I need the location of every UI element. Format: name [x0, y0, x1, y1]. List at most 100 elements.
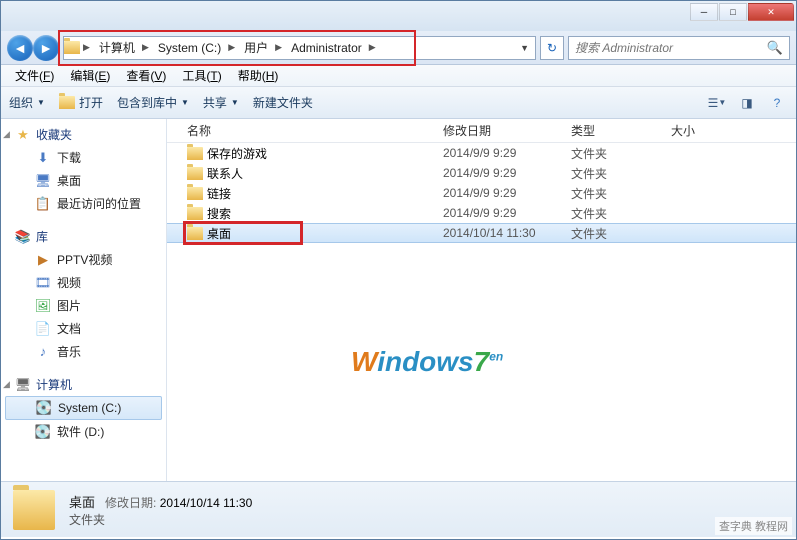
details-pane: 桌面 修改日期: 2014/10/14 11:30 文件夹: [1, 481, 796, 537]
sidebar-computer[interactable]: ◢🖥计算机: [1, 373, 166, 396]
sidebar-item-videos[interactable]: 🎞视频: [1, 271, 166, 294]
file-name: 链接: [207, 185, 231, 202]
sidebar-item-recent[interactable]: 📋最近访问的位置: [1, 192, 166, 215]
column-size[interactable]: 大小: [671, 122, 796, 139]
file-name: 搜索: [207, 205, 231, 222]
breadcrumb-item[interactable]: Administrator: [285, 37, 366, 59]
details-title: 桌面: [69, 495, 95, 510]
open-button[interactable]: 打开: [59, 94, 103, 111]
sidebar-item-drive-c[interactable]: 💽System (C:): [5, 396, 162, 420]
folder-icon: [13, 490, 55, 530]
chevron-right-icon[interactable]: ▶: [272, 42, 285, 53]
collapse-icon[interactable]: ◢: [3, 379, 10, 390]
close-button[interactable]: ✕: [748, 3, 794, 21]
organize-menu[interactable]: 组织 ▼: [9, 94, 45, 111]
view-options-button[interactable]: ☰ ▼: [706, 94, 728, 112]
sidebar-item-downloads[interactable]: ⬇下载: [1, 146, 166, 169]
address-dropdown[interactable]: ▼: [514, 43, 535, 53]
menu-h[interactable]: 帮助(H): [232, 65, 285, 86]
menu-v[interactable]: 查看(V): [120, 65, 172, 86]
drive-icon: 💽: [36, 400, 52, 416]
search-box[interactable]: 🔍: [568, 36, 790, 60]
file-row[interactable]: 链接2014/9/9 9:29文件夹: [167, 183, 796, 203]
title-bar: ─ □ ✕: [1, 1, 796, 31]
menu-f[interactable]: 文件(F): [9, 65, 60, 86]
file-date: 2014/9/9 9:29: [443, 166, 571, 180]
chevron-down-icon: ▼: [37, 98, 45, 107]
sidebar-item-desktop[interactable]: 🖥桌面: [1, 169, 166, 192]
file-date: 2014/9/9 9:29: [443, 206, 571, 220]
desktop-icon: 🖥: [35, 173, 51, 189]
navigation-pane: ◢★收藏夹 ⬇下载 🖥桌面 📋最近访问的位置 📚库 ▶PPTV视频 🎞视频 🖼图…: [1, 119, 167, 481]
search-input[interactable]: [575, 41, 767, 55]
file-name: 桌面: [207, 225, 231, 242]
chevron-down-icon: ▼: [181, 98, 189, 107]
sidebar-item-pictures[interactable]: 🖼图片: [1, 294, 166, 317]
back-button[interactable]: ◄: [7, 35, 33, 61]
star-icon: ★: [15, 127, 31, 143]
sidebar-item-documents[interactable]: 📄文档: [1, 317, 166, 340]
file-row[interactable]: 桌面 2014/10/14 11:30文件夹: [167, 223, 796, 243]
breadcrumb-item[interactable]: 计算机: [93, 37, 139, 59]
navigation-bar: ◄ ► ▶ 计算机 ▶ System (C:) ▶ 用户 ▶ Administr…: [1, 31, 796, 65]
file-name: 联系人: [207, 165, 243, 182]
computer-icon: 🖥: [15, 377, 31, 393]
video-icon: 🎞: [35, 275, 51, 291]
menu-t[interactable]: 工具(T): [176, 65, 227, 86]
file-type: 文件夹: [571, 145, 671, 162]
file-row[interactable]: 保存的游戏2014/9/9 9:29文件夹: [167, 143, 796, 163]
chevron-right-icon[interactable]: ▶: [80, 42, 93, 53]
file-type: 文件夹: [571, 205, 671, 222]
file-date: 2014/10/14 11:30: [443, 226, 571, 240]
search-icon[interactable]: 🔍: [767, 40, 783, 56]
file-rows: 保存的游戏2014/9/9 9:29文件夹联系人2014/9/9 9:29文件夹…: [167, 143, 796, 481]
sidebar-libraries[interactable]: 📚库: [1, 225, 166, 248]
chevron-down-icon: ▼: [231, 98, 239, 107]
details-date: 2014/10/14 11:30: [160, 496, 253, 510]
folder-icon: [187, 207, 203, 220]
chevron-right-icon[interactable]: ▶: [366, 42, 379, 53]
file-row[interactable]: 联系人2014/9/9 9:29文件夹: [167, 163, 796, 183]
file-list-pane: 名称 修改日期 类型 大小 保存的游戏2014/9/9 9:29文件夹联系人20…: [167, 119, 796, 481]
column-type[interactable]: 类型: [571, 122, 671, 139]
help-button[interactable]: ?: [766, 94, 788, 112]
open-icon: [59, 95, 75, 111]
new-folder-button[interactable]: 新建文件夹: [253, 94, 313, 111]
minimize-button[interactable]: ─: [690, 3, 718, 21]
share-menu[interactable]: 共享 ▼: [203, 94, 239, 111]
maximize-button[interactable]: □: [719, 3, 747, 21]
folder-icon: [187, 187, 203, 200]
address-bar[interactable]: ▶ 计算机 ▶ System (C:) ▶ 用户 ▶ Administrator…: [63, 36, 536, 60]
sidebar-item-music[interactable]: ♪音乐: [1, 340, 166, 363]
chevron-right-icon[interactable]: ▶: [225, 42, 238, 53]
collapse-icon[interactable]: ◢: [3, 129, 10, 140]
column-headers: 名称 修改日期 类型 大小: [167, 119, 796, 143]
file-name: 保存的游戏: [207, 145, 267, 162]
refresh-button[interactable]: ↻: [540, 36, 564, 60]
recent-icon: 📋: [35, 196, 51, 212]
forward-button[interactable]: ►: [33, 35, 59, 61]
file-type: 文件夹: [571, 225, 671, 242]
document-icon: 📄: [35, 321, 51, 337]
breadcrumb-item[interactable]: System (C:): [152, 37, 225, 59]
sidebar-item-pptv[interactable]: ▶PPTV视频: [1, 248, 166, 271]
toolbar: 组织 ▼ 打开 包含到库中 ▼ 共享 ▼ 新建文件夹 ☰ ▼ ◨ ?: [1, 87, 796, 119]
music-icon: ♪: [35, 344, 51, 360]
drive-icon: 💽: [35, 424, 51, 440]
menu-bar: 文件(F)编辑(E)查看(V)工具(T)帮助(H): [1, 65, 796, 87]
column-name[interactable]: 名称: [187, 122, 443, 139]
download-icon: ⬇: [35, 150, 51, 166]
menu-e[interactable]: 编辑(E): [64, 65, 116, 86]
sidebar-favorites[interactable]: ◢★收藏夹: [1, 123, 166, 146]
folder-icon: [64, 40, 80, 56]
file-type: 文件夹: [571, 185, 671, 202]
file-row[interactable]: 搜索 2014/9/9 9:29文件夹: [167, 203, 796, 223]
chevron-right-icon[interactable]: ▶: [139, 42, 152, 53]
breadcrumb-item[interactable]: 用户: [238, 37, 272, 59]
video-icon: ▶: [35, 252, 51, 268]
column-date[interactable]: 修改日期: [443, 122, 571, 139]
library-icon: 📚: [15, 229, 31, 245]
include-library-menu[interactable]: 包含到库中 ▼: [117, 94, 189, 111]
sidebar-item-drive-d[interactable]: 💽软件 (D:): [1, 420, 166, 443]
preview-pane-button[interactable]: ◨: [736, 94, 758, 112]
